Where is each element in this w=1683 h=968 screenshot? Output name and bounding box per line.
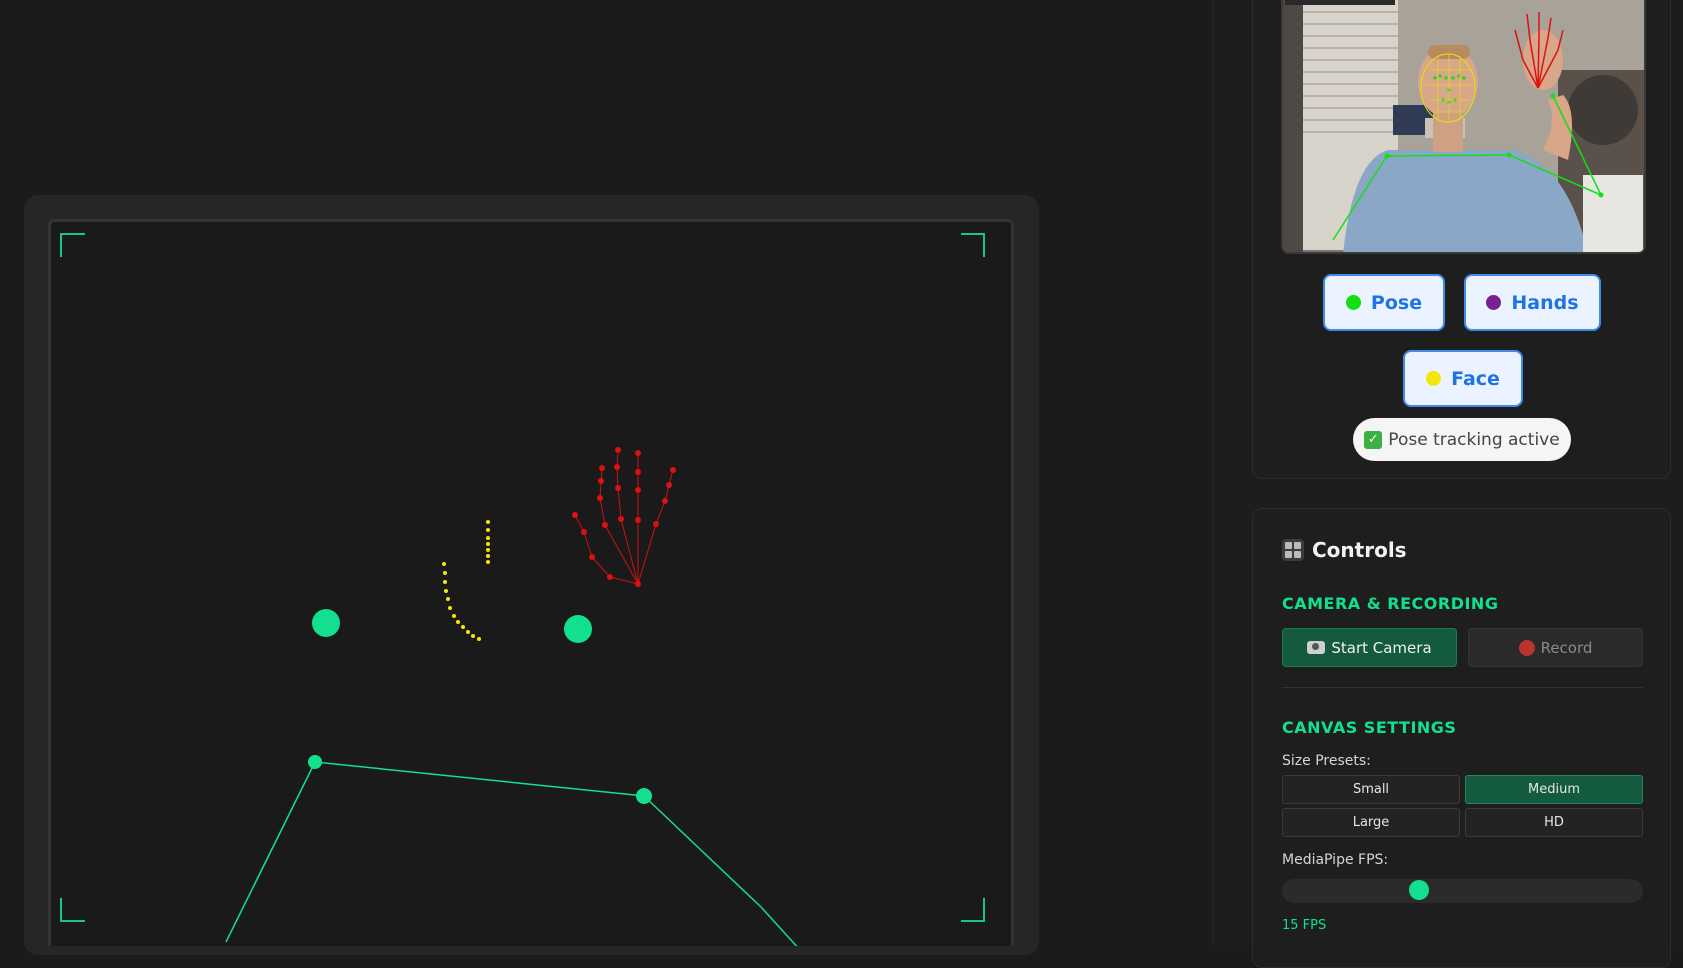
record-label: Record — [1540, 638, 1593, 657]
camera-icon — [1307, 641, 1326, 654]
skeleton-visualization — [60, 233, 985, 946]
face-landmarks — [442, 520, 490, 641]
corner-brackets — [60, 233, 985, 922]
hands-toggle-label: Hands — [1511, 291, 1579, 314]
pose-color-dot — [1345, 295, 1361, 310]
hand-joints — [572, 447, 676, 587]
controls-title-text: Controls — [1312, 538, 1407, 562]
webcam-preview — [1281, 0, 1646, 254]
preset-large-button[interactable]: Large — [1282, 808, 1460, 837]
preset-hd-button[interactable]: HD — [1465, 808, 1643, 837]
pose-right-shoulder — [636, 788, 652, 804]
face-color-dot — [1426, 371, 1442, 386]
webcam-feed — [1283, 0, 1644, 252]
controls-heading: Controls — [1282, 538, 1407, 562]
size-presets-label: Size Presets: — [1282, 753, 1371, 769]
pose-right-eye — [564, 615, 592, 643]
tracking-canvas — [48, 219, 1014, 946]
hands-toggle-button[interactable]: Hands — [1464, 274, 1601, 331]
corner-bottom-left — [60, 898, 85, 922]
corner-top-right — [961, 233, 985, 257]
status-text: Pose tracking active — [1388, 429, 1560, 450]
preset-small-button[interactable]: Small — [1282, 775, 1460, 804]
preset-medium-button[interactable]: Medium — [1465, 775, 1643, 804]
hand-landmarks — [574, 449, 674, 585]
status-badge: ✓ Pose tracking active — [1353, 418, 1571, 461]
face-toggle-label: Face — [1451, 367, 1500, 390]
fps-label: MediaPipe FPS: — [1282, 852, 1389, 868]
pose-skeleton — [225, 609, 798, 946]
pose-toggle-label: Pose — [1370, 291, 1423, 314]
check-icon: ✓ — [1364, 430, 1383, 449]
start-camera-button[interactable]: Start Camera — [1282, 628, 1457, 667]
pose-left-eye — [312, 609, 340, 637]
record-icon — [1518, 639, 1535, 656]
fps-slider-track[interactable] — [1282, 879, 1643, 903]
record-button[interactable]: Record — [1468, 628, 1643, 667]
corner-bottom-right — [961, 898, 985, 922]
start-camera-label: Start Camera — [1331, 638, 1432, 657]
camera-recording-heading: CAMERA & RECORDING — [1282, 594, 1499, 613]
control-knobs-icon — [1282, 539, 1304, 561]
canvas-settings-heading: CANVAS SETTINGS — [1282, 718, 1457, 737]
corner-top-left — [60, 233, 85, 257]
pose-toggle-button[interactable]: Pose — [1323, 274, 1445, 331]
face-toggle-button[interactable]: Face — [1403, 350, 1523, 407]
section-divider — [1282, 687, 1643, 688]
pose-left-shoulder — [308, 755, 322, 769]
hands-color-dot — [1486, 295, 1502, 310]
fps-value: 15 FPS — [1282, 918, 1327, 933]
